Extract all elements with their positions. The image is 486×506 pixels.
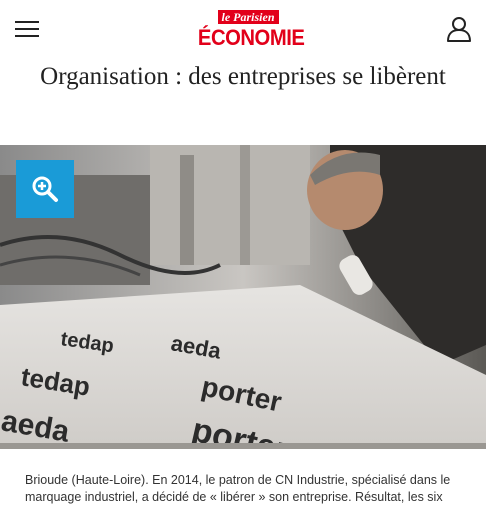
logo-economie: ÉCONOMIE xyxy=(197,25,305,50)
article-title: Organisation : des entreprises se libère… xyxy=(40,63,446,90)
top-bar: le Parisien ÉCONOMIE xyxy=(0,0,486,58)
logo-le-parisien: le Parisien xyxy=(217,10,279,24)
user-account-icon[interactable] xyxy=(446,16,472,42)
hamburger-menu-icon[interactable] xyxy=(15,21,39,37)
zoom-in-icon xyxy=(32,176,58,202)
photo-caption: Brioude (Haute-Loire). En 2014, le patro… xyxy=(25,473,451,504)
site-logo[interactable]: le Parisien ÉCONOMIE xyxy=(194,8,305,50)
zoom-in-button[interactable] xyxy=(16,160,74,218)
